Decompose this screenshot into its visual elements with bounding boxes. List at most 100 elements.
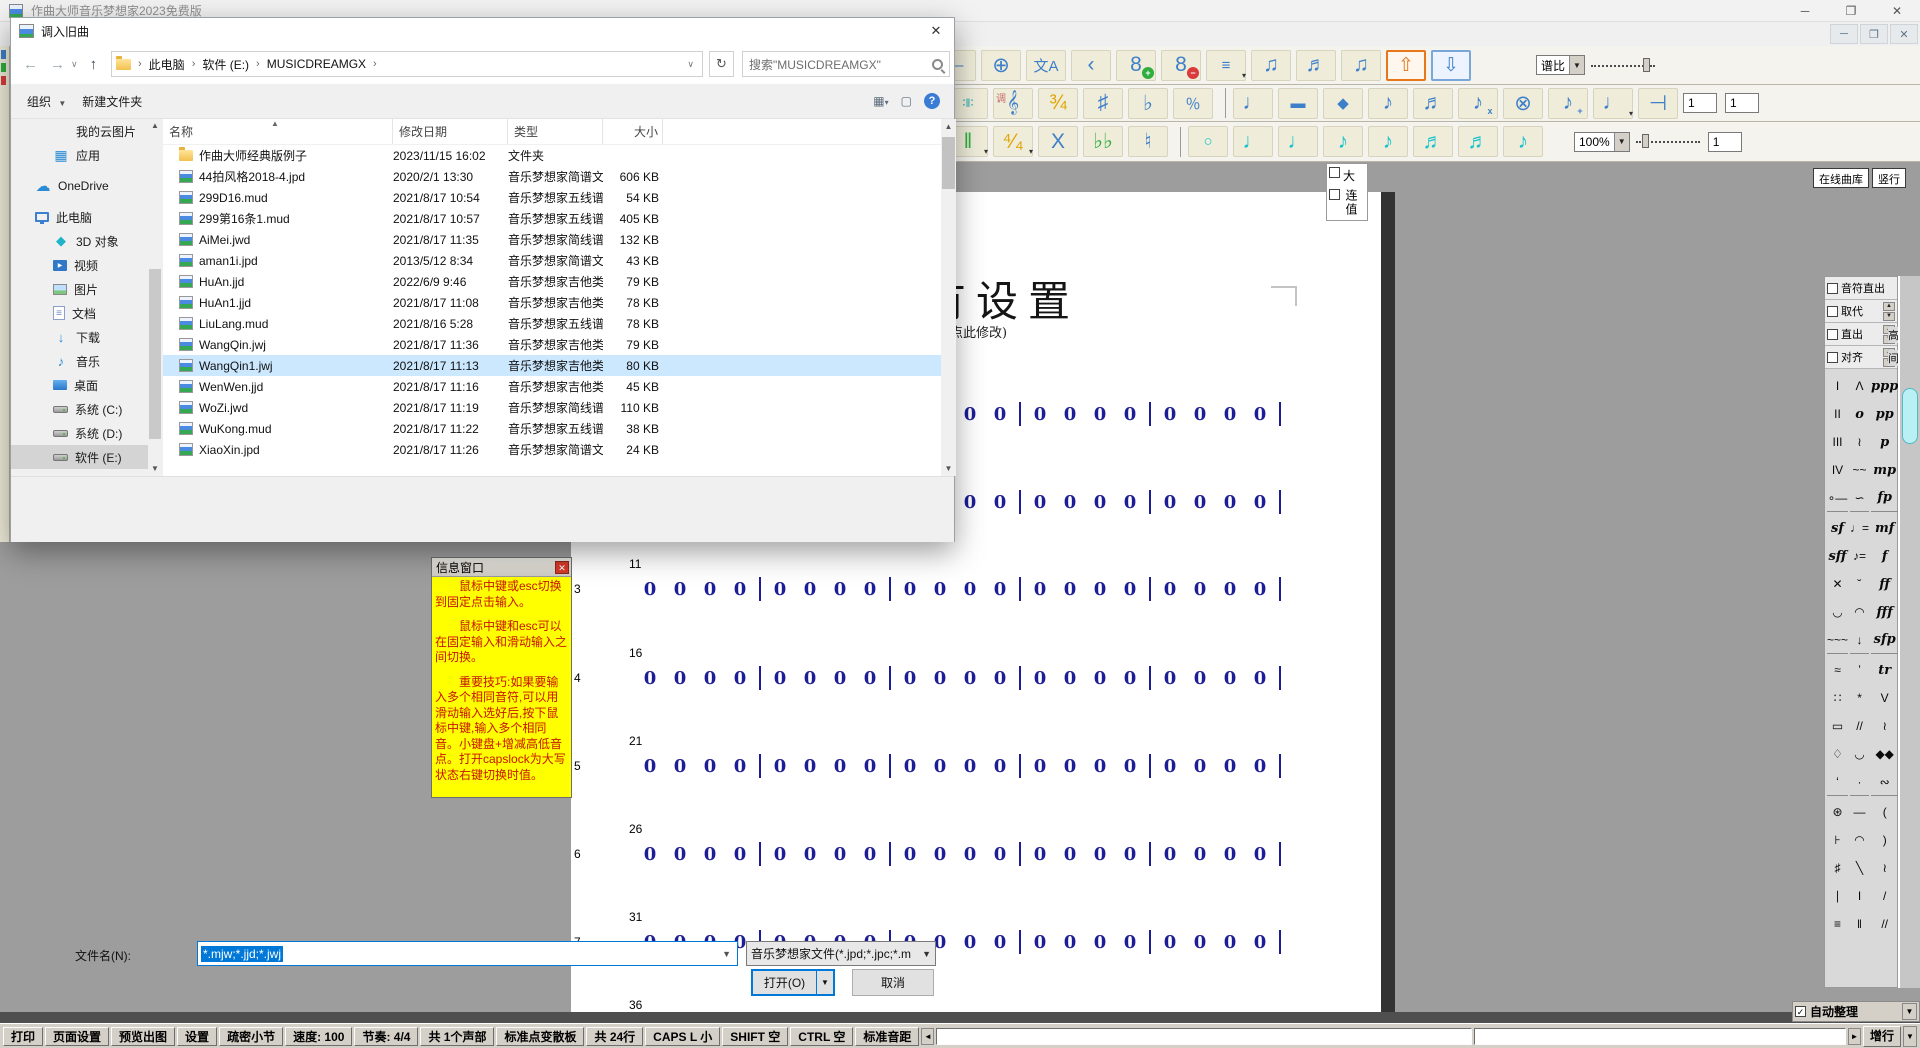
palette-symbol[interactable]: I: [1827, 372, 1848, 400]
dialog-titlebar[interactable]: 调入旧曲 ✕: [11, 18, 954, 44]
flat-tool[interactable]: ♭: [1128, 88, 1168, 119]
diamond-note-tool[interactable]: ◆: [1323, 88, 1363, 119]
score-system[interactable]: 00000000000000000000: [635, 666, 1285, 690]
table-row[interactable]: 44拍风格2018-4.jpd2020/2/1 13:30音乐梦想家简谱文...…: [163, 166, 941, 187]
slider-thumb[interactable]: [1643, 58, 1650, 72]
lyrics-tool[interactable]: 文A: [1026, 50, 1066, 81]
stem-tool[interactable]: ⊣: [1638, 88, 1678, 119]
palette-symbol[interactable]: ≀: [1850, 428, 1869, 456]
add-row-dropdown-icon[interactable]: ▼: [1903, 1026, 1917, 1047]
palette-symbol[interactable]: ⊛: [1827, 798, 1848, 826]
breadcrumb-item[interactable]: 此电脑: [149, 56, 185, 73]
measure[interactable]: 0000: [635, 844, 755, 865]
simile-tool[interactable]: ％: [1173, 88, 1213, 119]
spinner-control[interactable]: ▲▼: [1883, 302, 1896, 321]
sidebar-item-系统C[interactable]: 系统 (C:): [11, 397, 148, 421]
palette-symbol[interactable]: ◠: [1850, 826, 1869, 854]
info-window-titlebar[interactable]: 信息窗口 ✕: [432, 558, 571, 577]
breadcrumb-item[interactable]: 软件 (E:): [202, 56, 249, 73]
palette-symbol[interactable]: ✕: [1827, 570, 1848, 598]
score-system[interactable]: 00000000000000000000: [635, 754, 1285, 778]
sidebar-item-3D对象[interactable]: 3D 对象: [11, 229, 148, 253]
palette-symbol[interactable]: ≀: [1871, 854, 1898, 882]
palette-symbol[interactable]: //: [1850, 712, 1869, 740]
palette-symbol[interactable]: ~~: [1850, 456, 1869, 484]
palette-symbol[interactable]: o: [1850, 400, 1869, 428]
minimize-button[interactable]: ─: [1782, 0, 1828, 21]
palette-symbol[interactable]: ~~~: [1827, 626, 1848, 654]
column-header-date[interactable]: 修改日期: [393, 119, 508, 144]
thirtysecond-note-cyan-tool[interactable]: ♬: [1458, 126, 1498, 157]
palette-symbol[interactable]: mf: [1871, 514, 1898, 542]
palette-symbol[interactable]: V: [1871, 684, 1898, 712]
status-segment[interactable]: 预览出图: [111, 1027, 175, 1046]
octave-plus-tool[interactable]: 8+: [1116, 50, 1156, 81]
clef-key-tool[interactable]: 调𝄞: [993, 88, 1033, 119]
palette-symbol[interactable]: II: [1827, 400, 1848, 428]
palette-symbol[interactable]: ◡: [1850, 740, 1869, 768]
add-note-tool[interactable]: ♪+: [1548, 88, 1588, 119]
measure[interactable]: 0000: [1155, 492, 1275, 513]
dialog-close-icon[interactable]: ✕: [918, 18, 954, 44]
whole-note-tool[interactable]: ○: [1188, 126, 1228, 157]
palette-symbol[interactable]: III: [1827, 428, 1848, 456]
measure[interactable]: 0000: [1155, 932, 1275, 953]
checkbox-icon[interactable]: [1329, 189, 1340, 200]
measure[interactable]: 0000: [765, 844, 885, 865]
eighth-pair-tool[interactable]: ♫: [1251, 50, 1291, 81]
sidebar-item-OneDrive[interactable]: OneDrive: [11, 174, 148, 198]
checkbox-icon[interactable]: [1329, 167, 1340, 178]
octave-minus-tool[interactable]: 8−: [1161, 50, 1201, 81]
palette-symbol[interactable]: ∣: [1827, 882, 1848, 910]
quarter-note-tool[interactable]: ♩: [1233, 88, 1273, 119]
sidebar-item-音乐[interactable]: 音乐: [11, 349, 148, 373]
palette-checkbox-直出[interactable]: 直出▲▼高: [1825, 323, 1897, 346]
breadcrumb-item[interactable]: MUSICDREAMGX: [267, 57, 366, 71]
scroll-left-icon[interactable]: ◄: [921, 1028, 934, 1045]
search-input[interactable]: 搜索"MUSICDREAMGX": [742, 51, 950, 77]
big-checkbox[interactable]: 大: [1329, 167, 1365, 184]
palette-symbol[interactable]: mp: [1871, 456, 1898, 484]
measure[interactable]: 0000: [1025, 932, 1145, 953]
palette-symbol[interactable]: IV: [1827, 456, 1848, 484]
table-row[interactable]: 299第16条1.mud2021/8/17 10:57音乐梦想家五线谱...40…: [163, 208, 941, 229]
tab-vertical-row[interactable]: 竖行: [1872, 168, 1906, 188]
sidebar-item-此电脑[interactable]: 此电脑: [11, 205, 148, 229]
measure[interactable]: 0000: [635, 756, 755, 777]
palette-symbol[interactable]: ppp: [1871, 372, 1898, 400]
angle-bracket-tool[interactable]: ‹: [1071, 50, 1111, 81]
palette-symbol[interactable]: sf: [1827, 514, 1848, 542]
sidebar-item-桌面[interactable]: 桌面: [11, 373, 148, 397]
recent-dropdown-icon[interactable]: ∨: [71, 59, 78, 70]
view-mode-icon[interactable]: ▦▾: [873, 94, 888, 108]
palette-symbol[interactable]: ▭: [1827, 712, 1848, 740]
measure[interactable]: 0000: [1025, 844, 1145, 865]
palette-symbol[interactable]: ♯: [1827, 854, 1848, 882]
open-button[interactable]: 打开(O) ▼: [751, 969, 835, 996]
palette-symbol[interactable]: ◡: [1827, 598, 1848, 626]
checkbox-icon[interactable]: [1827, 306, 1838, 317]
palette-symbol[interactable]: ˘: [1850, 570, 1869, 598]
table-row[interactable]: HuAn.jjd2022/6/9 9:46音乐梦想家吉他类...79 KB: [163, 271, 941, 292]
status-segment[interactable]: 页面设置: [45, 1027, 109, 1046]
table-row[interactable]: AiMei.jwd2021/8/17 11:35音乐梦想家简线谱...132 K…: [163, 229, 941, 250]
scroll-thumb[interactable]: [149, 269, 161, 439]
natural-tool[interactable]: ♮: [1128, 126, 1168, 157]
sixteenth-note-tool[interactable]: ♬: [1413, 88, 1453, 119]
scroll-down-icon[interactable]: ▼: [941, 461, 956, 476]
measure[interactable]: 0000: [895, 668, 1015, 689]
page-input[interactable]: 1: [1708, 132, 1742, 152]
status-scrollbar-2[interactable]: [1474, 1028, 1846, 1045]
chevron-down-icon[interactable]: ▼: [1614, 133, 1629, 151]
palette-scrollbar[interactable]: [1898, 276, 1920, 988]
table-row[interactable]: WangQin.jwj2021/8/17 11:36音乐梦想家吉他类...79 …: [163, 334, 941, 355]
x-symbol-tool[interactable]: X: [1038, 126, 1078, 157]
dotted-eighth-cyan-tool[interactable]: ♪: [1503, 126, 1543, 157]
help-icon[interactable]: ?: [924, 93, 940, 109]
measure[interactable]: 0000: [765, 756, 885, 777]
palette-symbol[interactable]: ‖: [1850, 910, 1869, 938]
column-header-type[interactable]: 类型: [508, 119, 603, 144]
sidebar-item-我的云图片[interactable]: 我的云图片: [11, 119, 148, 143]
measure[interactable]: 0000: [1155, 404, 1275, 425]
download-tool[interactable]: ⇩: [1431, 50, 1471, 81]
